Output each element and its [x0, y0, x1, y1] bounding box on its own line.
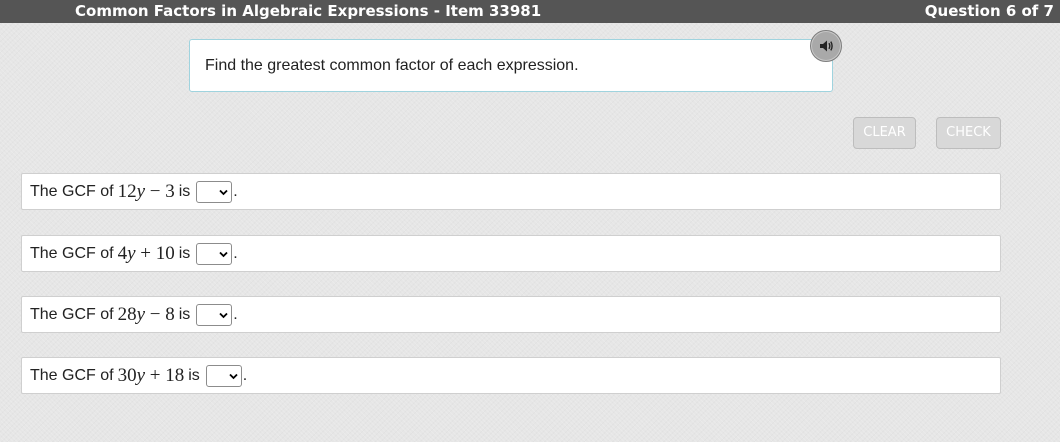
row-end: .	[233, 182, 238, 200]
row-prefix: The GCF of	[30, 305, 114, 323]
variable: y	[136, 180, 146, 202]
question-row-1: The GCF of 12y − 3 is .	[21, 173, 1001, 210]
gcf-dropdown-4[interactable]	[205, 364, 242, 387]
operator: +	[149, 364, 161, 386]
question-counter: Question 6 of 7	[924, 2, 1054, 20]
row-prefix: The GCF of	[30, 366, 114, 384]
instruction-panel: Find the greatest common factor of each …	[189, 39, 833, 92]
row-prefix: The GCF of	[30, 182, 114, 200]
expression: 28y − 8	[118, 304, 175, 326]
question-row-2: The GCF of 4y + 10 is .	[21, 235, 1001, 272]
chevron-down-icon	[219, 251, 228, 257]
row-suffix: is	[188, 366, 200, 384]
row-suffix: is	[178, 182, 191, 200]
gcf-dropdown-3[interactable]	[196, 303, 233, 326]
expression: 4y + 10	[118, 243, 175, 265]
chevron-down-icon	[229, 373, 238, 379]
coefficient: 28	[117, 303, 137, 325]
speaker-icon[interactable]	[810, 30, 842, 62]
variable: y	[136, 303, 146, 325]
constant: 3	[165, 180, 175, 202]
operator: +	[140, 242, 151, 264]
question-row-3: The GCF of 28y − 8 is .	[21, 296, 1001, 333]
check-button[interactable]: CHECK	[936, 117, 1001, 149]
coefficient: 30	[117, 364, 137, 386]
operator: −	[149, 180, 161, 202]
constant: 8	[165, 303, 175, 325]
variable: y	[127, 242, 136, 264]
page-title: Common Factors in Algebraic Expressions …	[75, 2, 542, 20]
instruction-text: Find the greatest common factor of each …	[205, 57, 579, 74]
row-end: .	[233, 244, 238, 262]
operator: −	[149, 303, 161, 325]
constant: 10	[155, 242, 175, 264]
clear-button[interactable]: CLEAR	[853, 117, 916, 149]
coefficient: 12	[117, 180, 137, 202]
row-end: .	[242, 366, 248, 384]
row-end: .	[233, 305, 238, 323]
constant: 18	[165, 364, 185, 386]
variable: y	[136, 364, 146, 386]
row-suffix: is	[178, 244, 191, 262]
header-bar: Common Factors in Algebraic Expressions …	[0, 0, 1060, 23]
chevron-down-icon	[219, 189, 228, 195]
expression: 30y + 18	[118, 365, 185, 387]
question-row-4: The GCF of 30y + 18 is .	[21, 357, 1001, 394]
row-suffix: is	[178, 305, 191, 323]
chevron-down-icon	[219, 312, 228, 318]
gcf-dropdown-2[interactable]	[196, 242, 233, 265]
gcf-dropdown-1[interactable]	[196, 180, 233, 203]
speaker-glyph	[820, 40, 833, 52]
coefficient: 4	[117, 242, 128, 264]
expression: 12y − 3	[118, 181, 175, 203]
row-prefix: The GCF of	[30, 244, 114, 262]
